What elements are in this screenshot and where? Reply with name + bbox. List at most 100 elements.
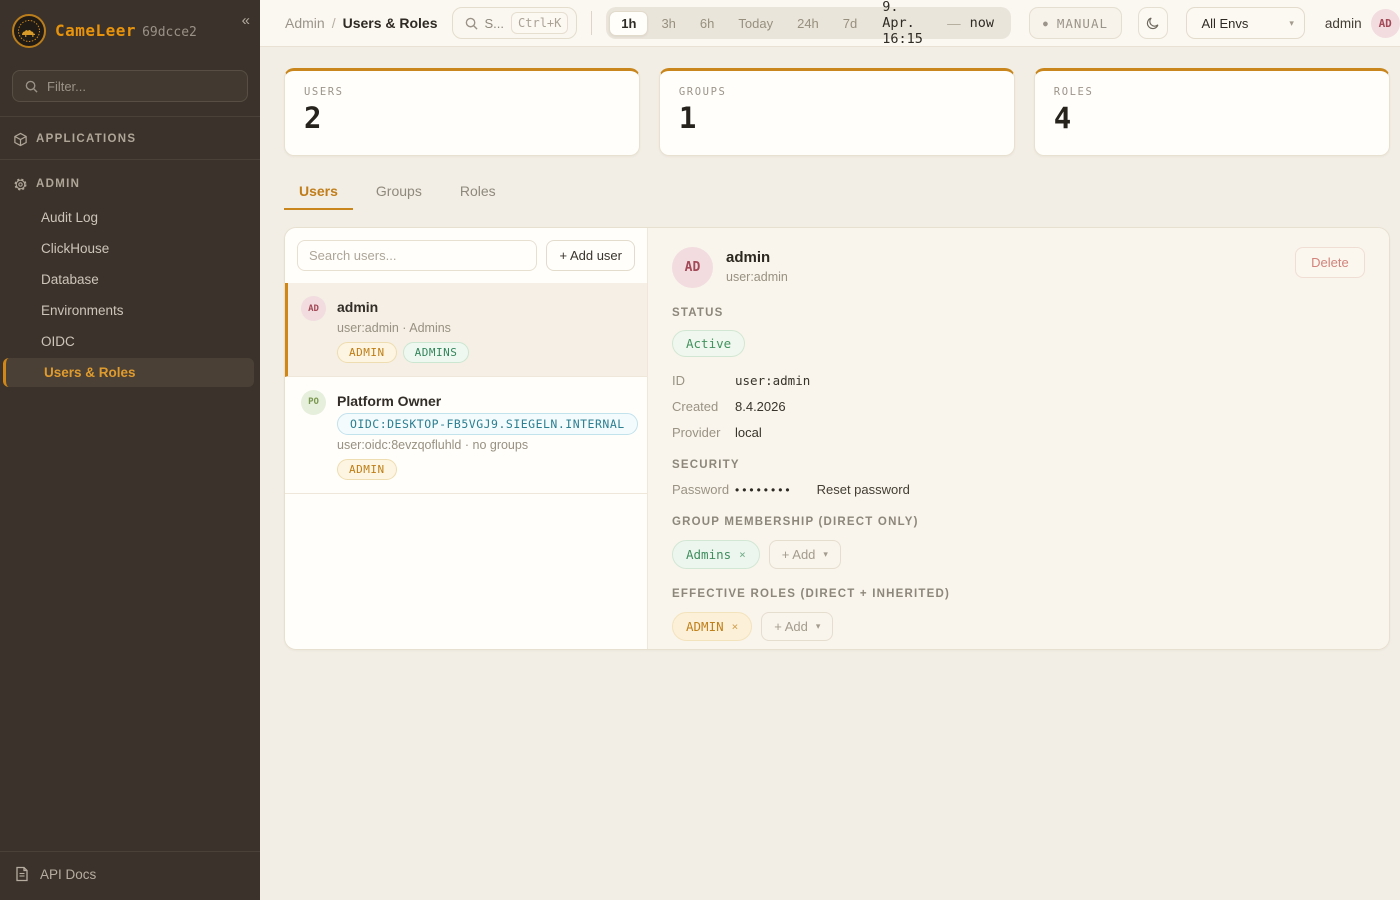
user-detail-panel: AD admin user:admin Delete STATUS Active…	[648, 228, 1389, 649]
field-value-created: 8.4.2026	[735, 399, 786, 414]
breadcrumb-admin[interactable]: Admin	[285, 15, 325, 31]
time-display[interactable]: 9. Apr. 16:15 — now	[870, 0, 1008, 47]
stat-card-users: USERS 2	[284, 68, 640, 156]
role-chip-row: ADMIN × + Add ▾	[672, 612, 1365, 641]
user-item-meta: user:oidc:8evzqofluhld · no groups	[337, 438, 633, 452]
time-separator: —	[947, 16, 961, 31]
user-item-body: admin user:admin · Admins ADMIN ADMINS	[337, 296, 469, 363]
stat-value: 1	[679, 103, 995, 135]
refresh-mode-button[interactable]: ● MANUAL	[1029, 7, 1122, 39]
add-role-button[interactable]: + Add ▾	[761, 612, 833, 641]
status-badge: Active	[672, 330, 745, 357]
delete-user-button[interactable]: Delete	[1295, 247, 1365, 278]
tab-roles[interactable]: Roles	[445, 176, 511, 210]
range-24h[interactable]: 24h	[786, 12, 830, 35]
field-row-provider: Provider local	[672, 425, 1365, 440]
topbar-divider	[591, 11, 592, 35]
moon-icon	[1145, 15, 1161, 31]
password-masked-value: ••••••••	[735, 483, 793, 497]
user-menu[interactable]: admin AD	[1325, 9, 1400, 38]
stat-value: 4	[1054, 103, 1370, 135]
remove-chip-icon[interactable]: ×	[732, 620, 739, 633]
avatar[interactable]: AD	[1371, 9, 1400, 38]
detail-user-name: admin	[726, 247, 788, 266]
sidebar-section-applications[interactable]: APPLICATIONS	[0, 117, 260, 155]
field-value-id: user:admin	[735, 373, 810, 388]
user-list-header: + Add user	[285, 228, 647, 283]
time-range-control: 1h 3h 6h Today 24h 7d 9. Apr. 16:15 — no…	[606, 7, 1011, 39]
add-label: + Add	[782, 547, 816, 562]
chevron-down-icon: ▾	[816, 621, 821, 632]
password-row: Password •••••••• Reset password	[672, 482, 1365, 497]
role-chip-admin: ADMIN ×	[672, 612, 752, 641]
password-label: Password	[672, 482, 735, 497]
range-7d[interactable]: 7d	[832, 12, 868, 35]
sidebar-item-users-roles[interactable]: Users & Roles	[3, 358, 254, 387]
sidebar-filter[interactable]	[12, 70, 248, 102]
stats-row: USERS 2 GROUPS 1 ROLES 4	[284, 68, 1390, 156]
range-1h[interactable]: 1h	[609, 11, 648, 36]
admin-nav: Audit Log ClickHouse Database Environmen…	[0, 200, 260, 390]
user-item-meta: user:admin · Admins	[337, 321, 469, 335]
reset-password-link[interactable]: Reset password	[817, 482, 910, 497]
group-chip-row: Admins × + Add ▾	[672, 540, 1365, 569]
app-version: 69dcce2	[142, 25, 197, 40]
chevron-down-icon: ▾	[823, 549, 828, 560]
field-label: ID	[672, 373, 735, 388]
sidebar-item-database[interactable]: Database	[0, 265, 260, 294]
sidebar-item-clickhouse[interactable]: ClickHouse	[0, 234, 260, 263]
field-value-provider: local	[735, 425, 762, 440]
user-list-item-admin[interactable]: AD admin user:admin · Admins ADMIN ADMIN…	[285, 283, 647, 377]
remove-chip-icon[interactable]: ×	[739, 548, 746, 561]
user-item-name: Platform Owner	[337, 390, 633, 410]
stat-card-groups: GROUPS 1	[659, 68, 1015, 156]
user-list-item-platform-owner[interactable]: PO Platform Owner OIDC:DESKTOP-FB5VGJ9.S…	[285, 377, 647, 494]
sidebar-section-admin[interactable]: ADMIN	[0, 162, 260, 200]
global-search-button[interactable]: S... Ctrl+K	[452, 7, 578, 39]
detail-user-id: user:admin	[726, 270, 788, 284]
time-from: 9. Apr. 16:15	[882, 0, 938, 47]
sidebar-item-audit-log[interactable]: Audit Log	[0, 203, 260, 232]
avatar: PO	[301, 390, 326, 415]
field-label: Created	[672, 399, 735, 414]
add-group-button[interactable]: + Add ▾	[769, 540, 841, 569]
environment-select[interactable]: All Envs ▾	[1186, 7, 1304, 39]
sidebar-filter-input[interactable]	[47, 79, 237, 94]
cube-icon	[12, 131, 28, 147]
detail-header: AD admin user:admin Delete	[672, 247, 1365, 288]
range-6h[interactable]: 6h	[689, 12, 725, 35]
sidebar-divider	[0, 159, 260, 160]
sidebar-collapse-icon[interactable]: «	[242, 12, 250, 29]
range-today[interactable]: Today	[727, 12, 784, 35]
breadcrumb: Admin / Users & Roles	[285, 15, 438, 31]
oidc-pill-row: OIDC:DESKTOP-FB5VGJ9.SIEGELN.INTERNAL	[337, 415, 633, 433]
gear-icon	[12, 176, 28, 192]
avatar: AD	[672, 247, 713, 288]
search-shortcut: Ctrl+K	[511, 12, 568, 34]
tab-users[interactable]: Users	[284, 176, 353, 210]
breadcrumb-current: Users & Roles	[343, 15, 438, 31]
tab-groups[interactable]: Groups	[361, 176, 437, 210]
add-user-button[interactable]: + Add user	[546, 240, 635, 271]
stat-value: 2	[304, 103, 620, 135]
badge-row: ADMIN ADMINS	[337, 342, 469, 363]
app-title: CameLeer69dcce2	[55, 21, 197, 41]
sidebar-item-environments[interactable]: Environments	[0, 296, 260, 325]
group-chip-admins: Admins ×	[672, 540, 760, 569]
main-area: Admin / Users & Roles S... Ctrl+K 1h 3h …	[260, 0, 1400, 900]
chip-label: Admins	[686, 547, 731, 562]
stat-label: GROUPS	[679, 86, 995, 98]
admin-label: ADMIN	[36, 178, 80, 190]
applications-label: APPLICATIONS	[36, 133, 136, 145]
stat-label: ROLES	[1054, 86, 1370, 98]
user-search-input[interactable]	[297, 240, 537, 271]
sidebar-filter-section	[0, 60, 260, 117]
security-heading: SECURITY	[672, 459, 1365, 471]
range-3h[interactable]: 3h	[650, 12, 686, 35]
users-panel: + Add user AD admin user:admin · Admins …	[284, 227, 1390, 650]
search-icon	[23, 78, 39, 94]
dark-mode-toggle[interactable]	[1138, 7, 1168, 39]
api-docs-link[interactable]: API Docs	[0, 851, 260, 900]
sidebar-item-oidc[interactable]: OIDC	[0, 327, 260, 356]
avatar: AD	[301, 296, 326, 321]
